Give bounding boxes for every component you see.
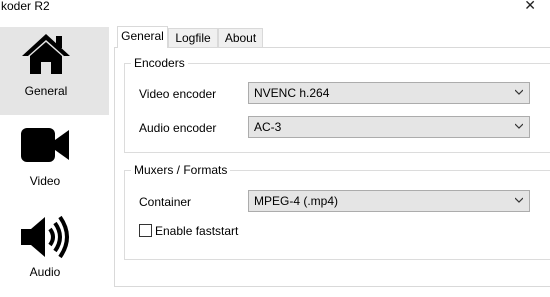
sidebar-item-label: General [24,84,68,98]
video-encoder-value: NVENC h.264 [254,86,330,100]
home-icon [22,34,70,74]
title-bar: koder R2 ✕ [0,0,550,16]
chevron-down-icon [515,89,523,95]
faststart-label: Enable faststart [155,224,239,238]
tab-general[interactable]: General [117,26,168,48]
encoders-group-title: Encoders [131,56,188,70]
chevron-down-icon [515,197,523,203]
chevron-down-icon [515,123,523,129]
sidebar-item-general[interactable]: General [0,27,109,115]
sidebar-item-video[interactable]: Video [0,118,109,206]
audio-encoder-label: Audio encoder [139,121,217,135]
close-icon[interactable]: ✕ [524,0,536,13]
sidebar: General Video Audio [0,16,110,284]
video-encoder-select[interactable]: NVENC h.264 [248,82,530,104]
tab-logfile[interactable]: Logfile [168,28,218,48]
muxers-group: Muxers / Formats [124,163,550,260]
sidebar-item-label: Audio [29,265,61,279]
tab-about[interactable]: About [218,28,263,48]
audio-encoder-select[interactable]: AC-3 [248,116,530,138]
container-value: MPEG-4 (.mp4) [254,194,339,208]
encoders-group: Encoders [124,56,550,153]
video-camera-icon [21,128,69,162]
window-title: koder R2 [1,0,50,13]
video-encoder-label: Video encoder [139,87,217,101]
faststart-checkbox[interactable] [139,224,152,237]
container-label: Container [139,195,192,209]
container-select[interactable]: MPEG-4 (.mp4) [248,190,530,212]
speaker-icon [21,215,69,259]
audio-encoder-value: AC-3 [254,120,282,134]
muxers-group-title: Muxers / Formats [131,163,231,177]
sidebar-item-label: Video [29,174,61,188]
